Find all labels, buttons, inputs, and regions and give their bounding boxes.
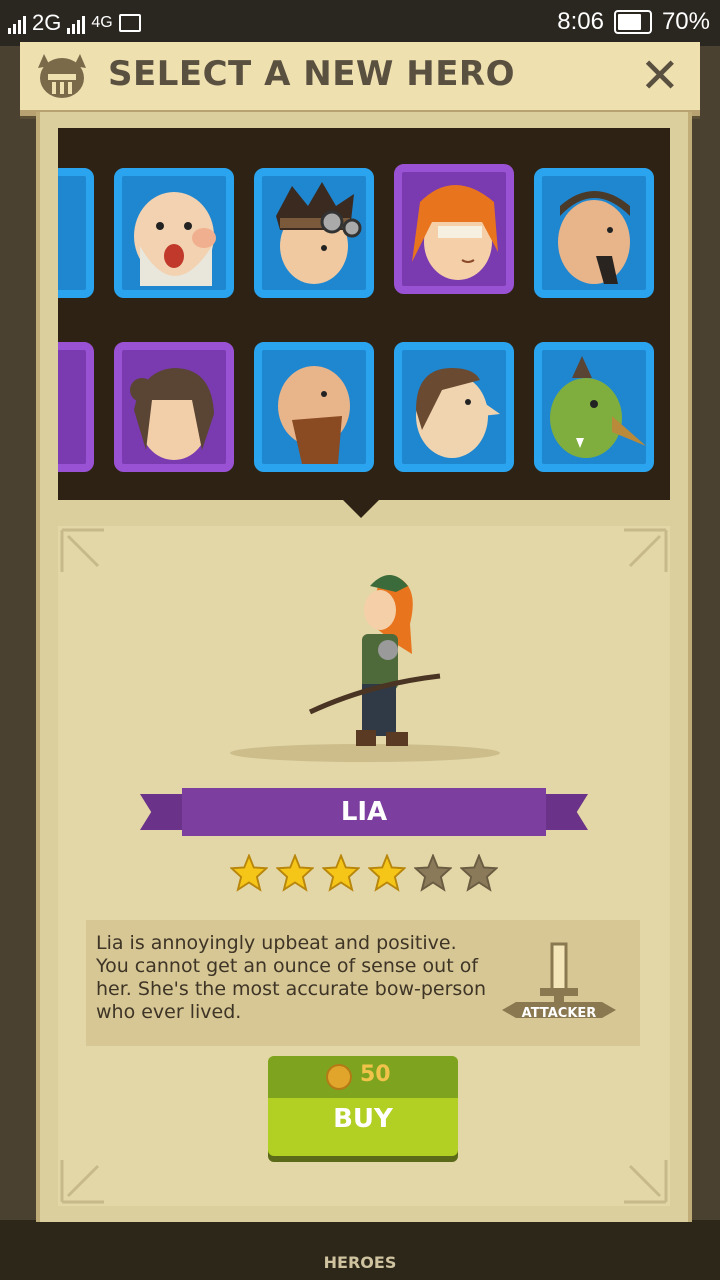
hero-stars [230,854,498,892]
buy-price-bar: 50 [268,1056,458,1098]
star-filled-icon [322,854,360,892]
star-empty-icon [460,854,498,892]
corner-ornament-icon [60,528,104,572]
hero-description: Lia is annoyingly upbeat and positive. Y… [96,932,486,1023]
coin-icon [326,1064,352,1090]
bald-old-man-portrait [134,192,216,286]
hero-grid [58,128,670,500]
lia-figure [308,575,441,746]
big-bearded-man-portrait [278,366,350,464]
hero-name-ribbon: LIA [140,788,588,838]
buy-label: BUY [333,1104,393,1134]
hero-card-bald-old-man[interactable] [114,168,234,298]
star-filled-icon [230,854,268,892]
network-2g: 2G [32,10,62,35]
corner-ornament-icon [60,1160,104,1204]
signal-icon-2 [67,12,86,34]
green-goblin-portrait [550,356,646,458]
hero-card-partial-2[interactable] [58,342,94,472]
battery-icon [613,10,652,34]
class-badge: ATTACKER [496,940,622,1030]
hero-card-bearded-man[interactable] [534,168,654,298]
hero-card-pale-man[interactable] [394,342,514,472]
star-filled-icon [276,854,314,892]
hero-card-lia[interactable] [394,164,514,294]
hero-name: LIA [182,788,546,836]
selection-pointer [343,500,379,518]
bottom-nav: HEROES [0,1220,720,1280]
buy-button[interactable]: 50 BUY [268,1056,458,1156]
star-empty-icon [414,854,452,892]
signal-icon [8,12,26,34]
image-notification-icon [118,14,141,32]
hero-description-box: Lia is annoyingly upbeat and positive. Y… [86,920,640,1046]
dialog-title: SELECT A NEW HERO [108,54,516,94]
status-right: 8:06 70% [557,8,710,36]
lia-portrait [412,185,498,280]
status-left: 2G 4G [8,10,141,36]
pale-man-portrait [416,368,500,458]
hero-card-goggles-boy[interactable] [254,168,374,298]
network-4g: 4G [91,14,113,31]
hero-card-brown-haired-girl[interactable] [114,342,234,472]
battery-percent: 70% [661,8,710,35]
goggles-boy-portrait [276,182,362,284]
star-filled-icon [368,854,406,892]
helmet-icon [38,54,86,98]
corner-ornament-icon [624,1160,668,1204]
dialog-header: SELECT A NEW HERO ✕ [20,42,700,116]
corner-ornament-icon [624,528,668,572]
hero-card-big-bearded-man[interactable] [254,342,374,472]
buy-price: 50 [360,1062,391,1087]
hero-card-partial-1[interactable] [58,168,94,298]
bearded-man-portrait [558,191,630,284]
hero-class: ATTACKER [521,1006,597,1021]
brown-haired-girl-portrait [130,368,214,460]
tab-heroes[interactable]: HEROES [300,1253,420,1272]
close-button[interactable]: ✕ [640,48,680,104]
clock: 8:06 [557,8,604,35]
status-bar: 2G 4G 8:06 70% [0,0,720,46]
dialog-panel: LIA Lia is annoyingly upbeat and positiv… [36,112,692,1222]
hero-card-green-goblin[interactable] [534,342,654,472]
